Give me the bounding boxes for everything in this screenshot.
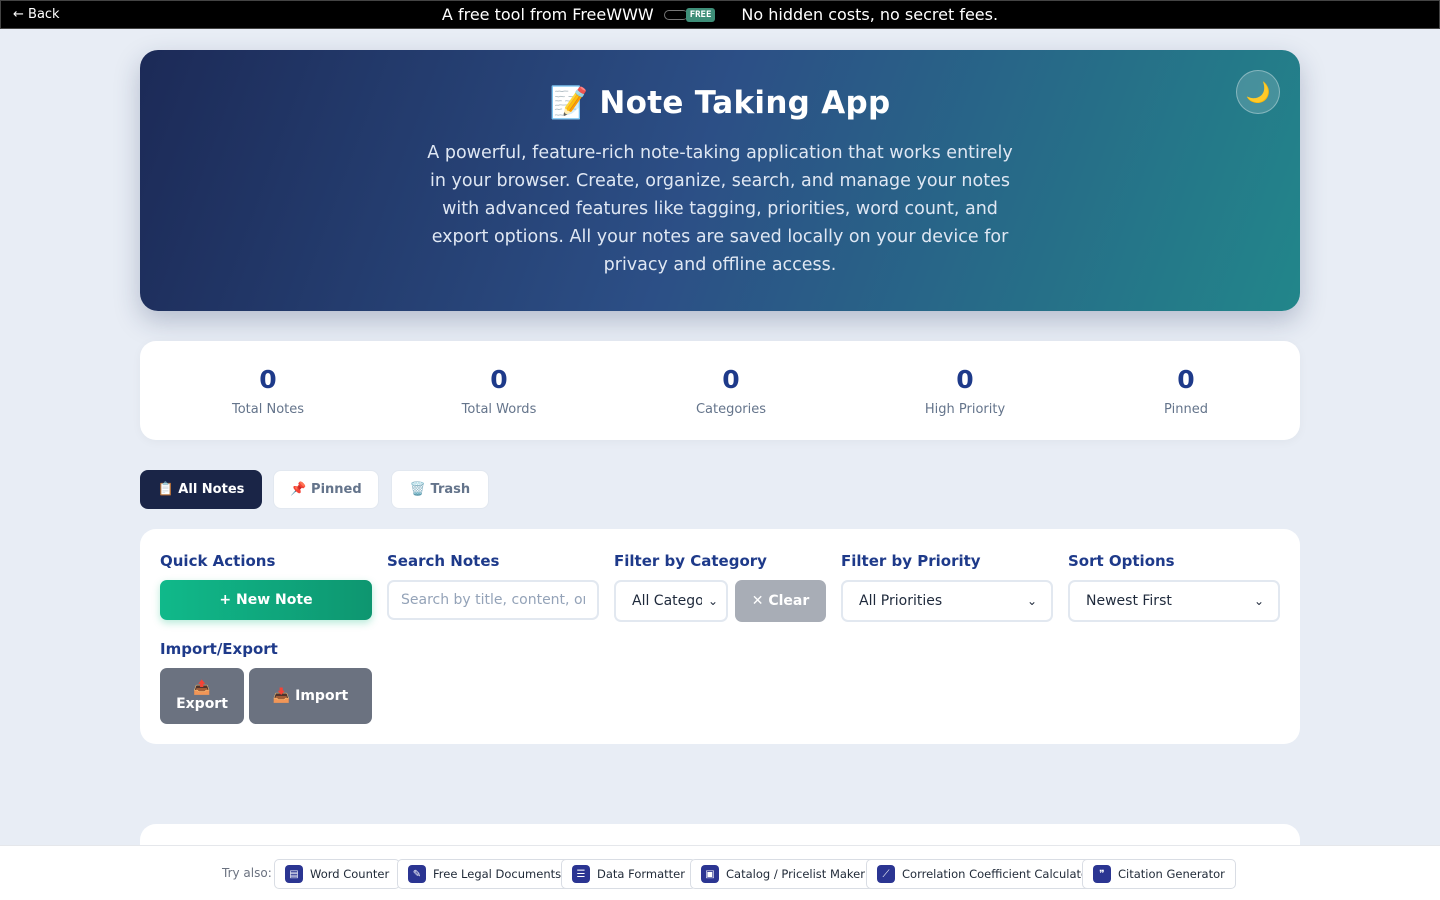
new-note-button[interactable]: + New Note bbox=[160, 580, 372, 620]
import-button[interactable]: 📥 Import bbox=[249, 668, 372, 724]
search-notes-label: Search Notes bbox=[387, 552, 500, 570]
promo-tagline: No hidden costs, no secret fees. bbox=[741, 5, 999, 24]
hero-description: A powerful, feature-rich note-taking app… bbox=[427, 143, 1013, 275]
page-title: 📝 Note Taking App bbox=[549, 85, 891, 121]
footer-link-label: Word Counter bbox=[310, 867, 390, 881]
footer-link-word-counter[interactable]: ▤ Word Counter bbox=[274, 859, 401, 889]
gavel-icon: ✎ bbox=[408, 865, 426, 883]
sort-select-value: Newest First bbox=[1086, 593, 1172, 609]
doc-count-icon: ▤ bbox=[285, 865, 303, 883]
search-input[interactable] bbox=[387, 580, 599, 620]
category-select-value: All Categories bbox=[632, 593, 702, 609]
chevron-down-icon: ⌄ bbox=[1253, 594, 1264, 608]
theme-toggle-button[interactable]: 🌙 bbox=[1236, 70, 1280, 114]
stat-categories: 0 Categories bbox=[696, 365, 766, 417]
stats-panel: 0 Total Notes 0 Total Words 0 Categories… bbox=[140, 341, 1300, 440]
chevron-down-icon: ⌄ bbox=[1026, 594, 1037, 608]
chart-icon: ⟋ bbox=[877, 865, 895, 883]
chevron-down-icon: ⌄ bbox=[707, 594, 718, 608]
sort-options-label: Sort Options bbox=[1068, 552, 1175, 570]
free-badge-icon: FREE bbox=[663, 7, 716, 22]
quote-icon: ❞ bbox=[1093, 865, 1111, 883]
tab-all-notes[interactable]: 📋 All Notes bbox=[140, 470, 262, 509]
stat-total-words: 0 Total Words bbox=[462, 365, 537, 417]
stat-total-notes: 0 Total Notes bbox=[232, 365, 304, 417]
catalog-icon: ▣ bbox=[701, 865, 719, 883]
category-select[interactable]: All Categories ⌄ bbox=[614, 580, 728, 622]
footer-link-correlation-calculator[interactable]: ⟋ Correlation Coefficient Calculator bbox=[866, 859, 1104, 889]
stat-value: 0 bbox=[259, 365, 277, 394]
moon-icon: 🌙 bbox=[1245, 80, 1271, 104]
export-label: Export bbox=[176, 696, 228, 712]
top-promo-bar: ← Back A free tool from FreeWWW FREE No … bbox=[0, 0, 1440, 29]
stat-value: 0 bbox=[722, 365, 740, 394]
footer-link-catalog-maker[interactable]: ▣ Catalog / Pricelist Maker bbox=[690, 859, 876, 889]
footer-link-legal-documents[interactable]: ✎ Free Legal Documents bbox=[397, 859, 573, 889]
quick-actions-label: Quick Actions bbox=[160, 552, 276, 570]
stat-value: 0 bbox=[956, 365, 974, 394]
try-also-label: Try also: bbox=[222, 866, 272, 880]
back-link[interactable]: ← Back bbox=[13, 7, 60, 22]
stat-value: 0 bbox=[490, 365, 508, 394]
import-export-label: Import/Export bbox=[160, 640, 278, 658]
filter-category-label: Filter by Category bbox=[614, 552, 767, 570]
export-button[interactable]: 📤 Export bbox=[160, 668, 244, 724]
footer-link-citation-generator[interactable]: ❞ Citation Generator bbox=[1082, 859, 1236, 889]
priority-select-value: All Priorities bbox=[859, 593, 943, 609]
stat-label: Categories bbox=[695, 402, 767, 417]
footer-link-label: Citation Generator bbox=[1118, 867, 1225, 881]
footer-link-label: Correlation Coefficient Calculator bbox=[902, 867, 1093, 881]
footer-link-label: Catalog / Pricelist Maker bbox=[726, 867, 865, 881]
tab-pinned[interactable]: 📌 Pinned bbox=[273, 470, 379, 509]
tab-trash[interactable]: 🗑️ Trash bbox=[391, 470, 489, 509]
stat-label: Pinned bbox=[1164, 402, 1208, 417]
stat-label: High Priority bbox=[924, 402, 1006, 417]
footer-link-label: Data Formatter bbox=[597, 867, 685, 881]
promo-text: A free tool from FreeWWW bbox=[441, 5, 654, 24]
stat-label: Total Words bbox=[461, 402, 537, 417]
hero-header: 📝 Note Taking App A powerful, feature-ri… bbox=[140, 50, 1300, 311]
list-format-icon: ☰ bbox=[572, 865, 590, 883]
clear-filter-button[interactable]: ✕ Clear bbox=[735, 580, 826, 622]
priority-select[interactable]: All Priorities ⌄ bbox=[841, 580, 1053, 622]
controls-panel: Quick Actions + New Note Search Notes Fi… bbox=[140, 529, 1300, 744]
footer-link-data-formatter[interactable]: ☰ Data Formatter bbox=[561, 859, 696, 889]
sort-select[interactable]: Newest First ⌄ bbox=[1068, 580, 1280, 622]
stat-label: Total Notes bbox=[231, 402, 305, 417]
footer-bar: Try also: ▤ Word Counter ✎ Free Legal Do… bbox=[0, 845, 1440, 900]
free-badge-text: FREE bbox=[685, 7, 716, 22]
export-icon: 📤 bbox=[193, 680, 211, 696]
stat-value: 0 bbox=[1177, 365, 1195, 394]
stat-pinned: 0 Pinned bbox=[1164, 365, 1208, 417]
filter-priority-label: Filter by Priority bbox=[841, 552, 981, 570]
footer-link-label: Free Legal Documents bbox=[433, 867, 562, 881]
stat-high-priority: 0 High Priority bbox=[925, 365, 1005, 417]
